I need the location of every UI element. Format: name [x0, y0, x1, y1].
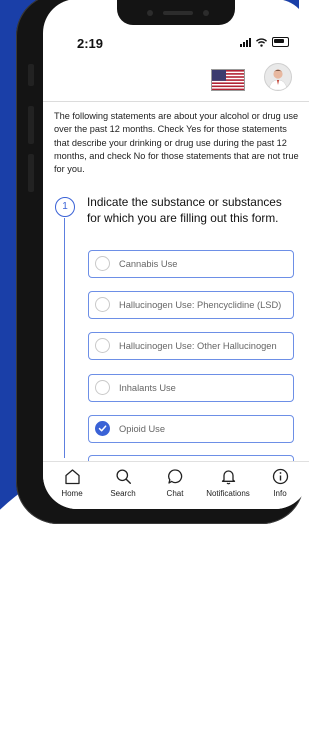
tab-label: Search	[110, 489, 136, 498]
checkmark-icon[interactable]	[95, 421, 110, 436]
speaker-grille	[163, 11, 193, 15]
option-label: Hallucinogen Use: Other Hallucinogen	[119, 341, 277, 351]
tab-notifications[interactable]: Notifications	[201, 468, 255, 498]
phone-side-button	[28, 64, 34, 86]
radio-circle-icon[interactable]	[95, 338, 110, 353]
option-cannabis-use[interactable]: Cannabis Use	[88, 250, 294, 278]
phone-volume-up-button	[28, 106, 34, 144]
tab-search[interactable]: Search	[96, 468, 150, 498]
camera-dot	[147, 10, 153, 16]
option-label: Inhalants Use	[119, 383, 176, 393]
signal-icon	[240, 37, 251, 47]
tab-home[interactable]: Home	[45, 468, 99, 498]
option-label: Opioid Use	[119, 424, 165, 434]
option-label: Hallucinogen Use: Phencyclidine (LSD)	[119, 300, 282, 310]
tab-label: Chat	[166, 489, 184, 498]
option-inhalants-use[interactable]: Inhalants Use	[88, 374, 294, 402]
phone-screen: 2:19 The following statements are about …	[43, 0, 309, 509]
home-icon	[64, 469, 80, 485]
tab-chat[interactable]: Chat	[148, 468, 202, 498]
phone-frame: 2:19 The following statements are about …	[16, 0, 309, 524]
phone-volume-down-button	[28, 154, 34, 192]
battery-icon	[272, 37, 289, 47]
question-text: Indicate the substance or substances for…	[87, 195, 282, 225]
phone-notch	[117, 0, 235, 25]
sensor-dot	[203, 10, 209, 16]
option-hallucinogen-lsd[interactable]: Hallucinogen Use: Phencyclidine (LSD)	[88, 291, 294, 319]
user-avatar-icon[interactable]	[264, 63, 292, 91]
intro-text: The following statements are about your …	[54, 111, 299, 175]
info-icon	[272, 468, 288, 485]
option-opioid-use[interactable]: Opioid Use	[88, 415, 294, 443]
bottom-tab-bar: Home Search Chat Notifications Info	[43, 461, 309, 509]
question-number-badge: 1	[55, 197, 75, 217]
tab-label: Notifications	[206, 489, 250, 498]
status-icons	[240, 37, 289, 47]
search-icon	[115, 469, 131, 484]
step-connector-line	[64, 218, 65, 458]
us-flag-icon[interactable]	[211, 69, 245, 91]
chat-icon	[167, 469, 182, 484]
tab-info[interactable]: Info	[253, 468, 307, 498]
header-divider	[43, 101, 309, 102]
status-time: 2:19	[77, 36, 104, 51]
tab-label: Info	[273, 489, 287, 498]
tab-label: Home	[61, 489, 83, 498]
bell-icon	[221, 470, 235, 485]
radio-circle-icon[interactable]	[95, 256, 110, 271]
radio-circle-icon[interactable]	[95, 297, 110, 312]
radio-circle-icon[interactable]	[95, 380, 110, 395]
wifi-icon	[256, 37, 267, 47]
option-hallucinogen-other[interactable]: Hallucinogen Use: Other Hallucinogen	[88, 332, 294, 360]
option-label: Cannabis Use	[119, 259, 178, 269]
